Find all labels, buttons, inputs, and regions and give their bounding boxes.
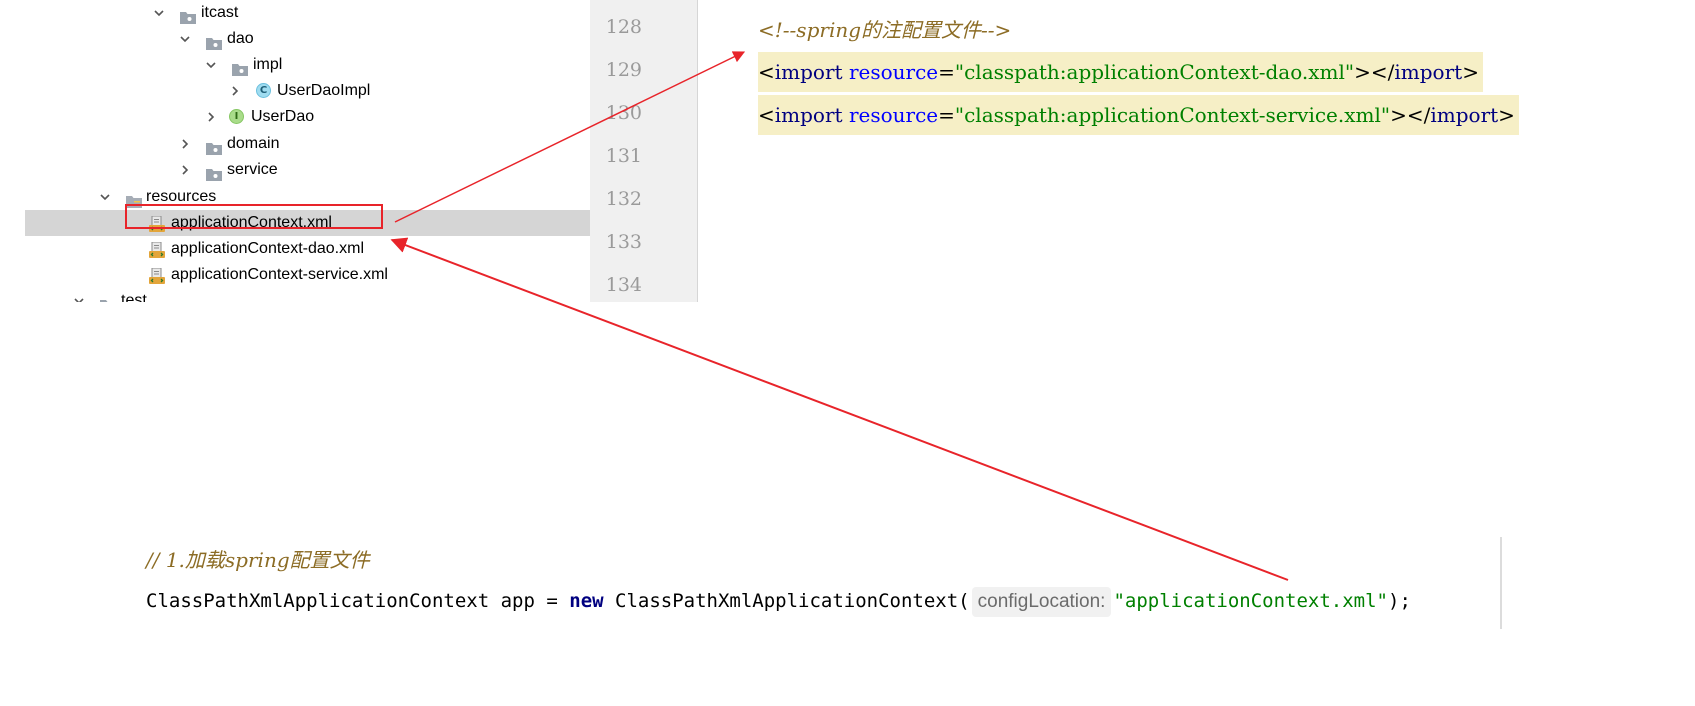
xml-bracket: ></ xyxy=(1354,60,1395,84)
editor-gutter: 128 129 130 131 132 133 134 xyxy=(590,0,698,302)
xml-file-icon xyxy=(149,267,165,284)
line-number: 134 xyxy=(605,274,642,296)
chevron-right-icon[interactable] xyxy=(178,157,192,183)
line-number: 129 xyxy=(605,59,642,81)
xml-eq: = xyxy=(938,103,955,127)
xml-bracket: > xyxy=(1498,103,1515,127)
xml-comment-line[interactable]: <!--spring的注配置文件--> xyxy=(758,10,1011,50)
class-icon: C xyxy=(256,83,272,99)
xml-tag: import xyxy=(1430,103,1499,127)
tree-item-label: test xyxy=(121,292,147,302)
tree-item-label: service xyxy=(227,161,278,178)
xml-import-line-dao[interactable]: <import resource="classpath:applicationC… xyxy=(758,52,1483,92)
tree-item-label: impl xyxy=(253,56,283,73)
package-folder-icon xyxy=(206,31,222,50)
xml-bracket: < xyxy=(758,60,775,84)
chevron-down-icon[interactable] xyxy=(152,0,166,26)
java-type-name: ClassPathXmlApplicationContext xyxy=(146,590,490,612)
xml-tag: import xyxy=(774,103,843,127)
xml-tag: import xyxy=(1394,60,1463,84)
chevron-down-icon[interactable] xyxy=(178,26,192,52)
tree-item-applicationcontext-service-xml[interactable]: applicationContext-service.xml xyxy=(0,262,590,288)
line-number: 133 xyxy=(605,231,642,253)
interface-icon: I xyxy=(229,109,245,125)
xml-attr-value: "classpath:applicationContext-service.xm… xyxy=(954,103,1391,127)
tree-item-applicationcontext-dao-xml[interactable]: applicationContext-dao.xml xyxy=(0,236,590,262)
tree-item-test[interactable]: test xyxy=(0,288,590,302)
chevron-right-icon[interactable] xyxy=(204,104,218,130)
package-folder-icon xyxy=(206,162,222,181)
tree-item-label: applicationContext-service.xml xyxy=(171,266,388,283)
package-folder-icon xyxy=(180,5,196,24)
chevron-right-icon[interactable] xyxy=(228,78,242,104)
line-number: 131 xyxy=(605,145,642,167)
tree-item-userdaoimpl[interactable]: C UserDaoImpl xyxy=(0,78,590,104)
xml-attr-value: "classpath:applicationContext-dao.xml" xyxy=(954,60,1355,84)
xml-tag: import xyxy=(774,60,843,84)
tree-item-impl[interactable]: impl xyxy=(0,52,590,78)
xml-attr: resource xyxy=(848,60,939,84)
java-var-name: app = xyxy=(489,590,570,612)
right-margin-guide xyxy=(1500,537,1502,629)
xml-bracket: > xyxy=(1462,60,1479,84)
parameter-hint: configLocation: xyxy=(971,587,1112,617)
project-tree: itcast dao impl C UserDaoImpl I UserDao … xyxy=(0,0,590,302)
resources-folder-icon xyxy=(126,189,142,208)
chevron-down-icon[interactable] xyxy=(72,288,86,302)
tree-item-label: applicationContext-dao.xml xyxy=(171,240,364,257)
xml-attr: resource xyxy=(848,103,939,127)
java-string-arg: "applicationContext.xml" xyxy=(1113,590,1388,612)
chevron-down-icon[interactable] xyxy=(204,52,218,78)
tree-item-dao[interactable]: dao xyxy=(0,26,590,52)
java-line-tail: ); xyxy=(1388,590,1411,612)
annotation-highlight-box xyxy=(125,204,383,229)
tree-item-label: UserDaoImpl xyxy=(277,82,371,99)
line-number: 128 xyxy=(605,16,642,38)
xml-file-icon xyxy=(149,241,165,258)
tree-item-label: itcast xyxy=(201,4,239,21)
tree-item-domain[interactable]: domain xyxy=(0,131,590,157)
line-number: 132 xyxy=(605,188,642,210)
xml-comment: <!--spring的注配置文件--> xyxy=(758,18,1012,42)
xml-eq: = xyxy=(938,60,955,84)
xml-import-line-service[interactable]: <import resource="classpath:applicationC… xyxy=(758,95,1519,135)
tree-item-userdao[interactable]: I UserDao xyxy=(0,104,590,130)
package-folder-icon xyxy=(232,57,248,76)
java-new-keyword: new xyxy=(569,590,604,612)
tree-item-label: dao xyxy=(227,30,254,47)
tree-item-label: UserDao xyxy=(251,108,315,125)
tree-item-label: domain xyxy=(227,135,280,152)
tree-item-service[interactable]: service xyxy=(0,157,590,183)
chevron-down-icon[interactable] xyxy=(98,184,112,210)
java-ctor-name: ClassPathXmlApplicationContext( xyxy=(603,590,970,612)
xml-bracket: < xyxy=(758,103,775,127)
package-folder-icon xyxy=(206,136,222,155)
tree-item-itcast[interactable]: itcast xyxy=(0,0,590,26)
line-number: 130 xyxy=(605,102,642,124)
chevron-right-icon[interactable] xyxy=(178,131,192,157)
java-comment[interactable]: // 1.加载spring配置文件 xyxy=(146,544,370,573)
xml-bracket: ></ xyxy=(1390,103,1431,127)
java-code-line[interactable]: ClassPathXmlApplicationContext app = new… xyxy=(146,587,1411,617)
test-folder-icon xyxy=(100,293,116,302)
